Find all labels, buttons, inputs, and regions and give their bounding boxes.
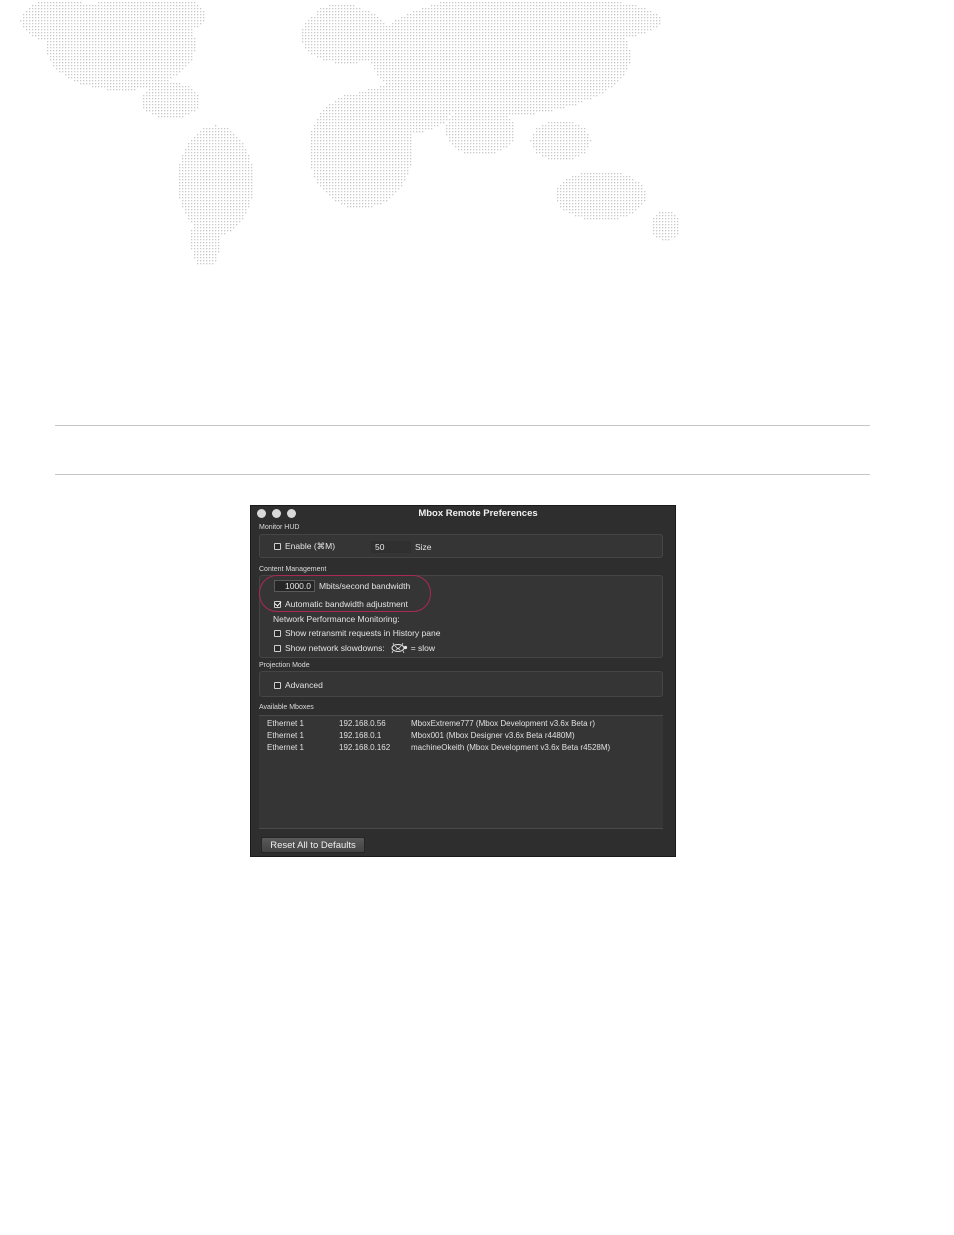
mbox-ip: 192.168.0.56 (339, 719, 386, 728)
title-bar[interactable]: Mbox Remote Preferences (251, 506, 675, 522)
hud-size-label: Size (415, 542, 432, 552)
monitor-hud-group: Enable (⌘M) 50 Size (259, 534, 663, 558)
hud-size-input[interactable]: 50 (371, 541, 411, 553)
mbox-interface: Ethernet 1 (267, 719, 304, 728)
retransmit-checkbox[interactable] (274, 629, 281, 637)
projection-mode-label: Projection Mode (259, 662, 310, 669)
world-map-dots (20, 2, 679, 265)
projection-mode-group: Advanced (259, 671, 663, 697)
slowdowns-row[interactable]: Show network slowdowns: = slow (274, 643, 435, 653)
mbox-ip: 192.168.0.1 (339, 731, 382, 740)
enable-hud-checkbox[interactable] (274, 543, 281, 550)
advanced-row[interactable]: Advanced (274, 680, 323, 690)
content-management-label: Content Management (259, 566, 327, 573)
turtle-icon (391, 643, 407, 653)
network-monitoring-heading: Network Performance Monitoring: (273, 614, 400, 624)
available-mboxes-label: Available Mboxes (259, 704, 314, 711)
mbox-name: Mbox001 (Mbox Designer v3.6x Beta r4480M… (411, 731, 575, 740)
advanced-label: Advanced (285, 680, 323, 690)
slowdowns-suffix: = slow (410, 643, 436, 653)
network-monitoring-label: Network Performance Monitoring: (273, 614, 400, 624)
enable-hud-label: Enable (⌘M) (285, 541, 336, 551)
mbox-ip: 192.168.0.162 (339, 743, 391, 752)
mbox-interface: Ethernet 1 (267, 731, 304, 740)
slowdowns-checkbox[interactable] (274, 644, 281, 652)
reset-defaults-button[interactable]: Reset All to Defaults (261, 837, 365, 853)
mbox-name: MboxExtreme777 (Mbox Development v3.6x B… (411, 719, 596, 728)
preferences-window: Mbox Remote Preferences Monitor HUD Enab… (250, 505, 676, 857)
slowdowns-label: Show network slowdowns: (285, 643, 385, 653)
monitor-hud-label: Monitor HUD (259, 524, 300, 531)
divider-top (55, 425, 870, 426)
mbox-interface: Ethernet 1 (267, 743, 304, 752)
enable-hud-row[interactable]: Enable (⌘M) (274, 541, 335, 552)
bandwidth-highlight-oval (259, 575, 431, 612)
advanced-checkbox[interactable] (274, 681, 281, 689)
divider-bottom (55, 474, 870, 475)
available-mboxes-list[interactable]: Ethernet 1 192.168.0.56 MboxExtreme777 (… (259, 715, 663, 829)
mbox-name: machineOkeith (Mbox Development v3.6x Be… (411, 743, 611, 752)
retransmit-row[interactable]: Show retransmit requests in History pane (274, 628, 440, 638)
window-title: Mbox Remote Preferences (418, 508, 538, 519)
retransmit-label: Show retransmit requests in History pane (285, 628, 441, 638)
